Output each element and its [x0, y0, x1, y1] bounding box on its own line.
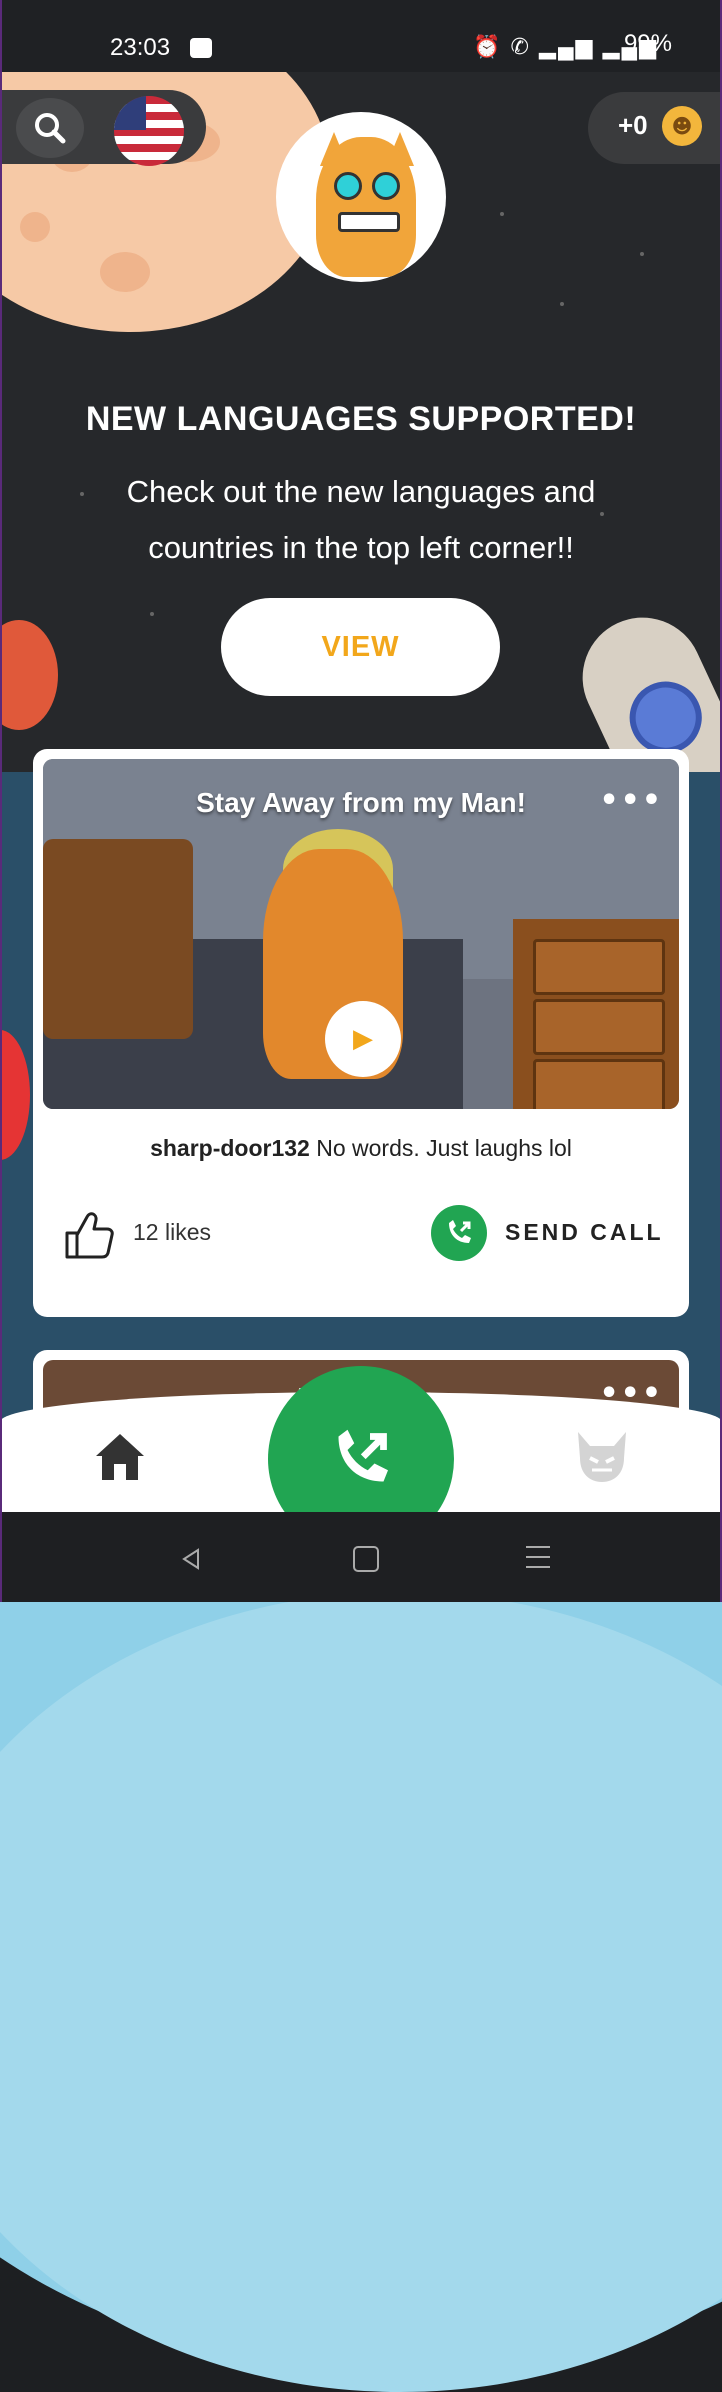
send-call-icon[interactable] [431, 1205, 487, 1261]
home-icon[interactable] [92, 1428, 148, 1484]
card-username[interactable]: sharp-door132 [150, 1135, 310, 1161]
home-nav-icon[interactable] [353, 1546, 379, 1572]
view-button[interactable]: VIEW [221, 598, 500, 696]
rocket-illustration [562, 597, 722, 772]
card-thumbnail[interactable]: Stay Away from my Man! ••• ▶ [43, 759, 679, 1109]
feed-card[interactable]: Stay Away from my Man! ••• ▶ sharp-door1… [33, 749, 689, 1317]
card-title: Stay Away from my Man! [196, 787, 526, 818]
banner-subtitle: Check out the new languages and countrie… [126, 474, 596, 565]
coin-count: +0 [618, 110, 648, 140]
play-button[interactable]: ▶ [325, 1001, 401, 1077]
us-flag-icon[interactable] [114, 96, 184, 166]
card-caption: sharp-door132 No words. Just laughs lol [33, 1135, 689, 1162]
coin-balance[interactable]: +0 ☻ [588, 92, 722, 164]
coin-icon: ☻ [662, 106, 702, 146]
more-options-icon[interactable]: ••• [599, 783, 663, 818]
notification-icon [190, 38, 212, 58]
card-caption-text: No words. Just laughs lol [316, 1135, 572, 1161]
status-time: 23:03 [110, 34, 171, 61]
status-bar: 23:03 ⏰ ✆ ▂▄▆ ▂▄▆ 99% [0, 0, 722, 72]
red-planet-illustration [0, 620, 58, 730]
hero-banner: NEW LANGUAGES SUPPORTED! Check out the n… [0, 72, 722, 772]
search-button[interactable] [16, 98, 84, 158]
likes-count: 12 likes [133, 1219, 211, 1245]
play-icon: ▶ [353, 1024, 373, 1054]
send-call-button[interactable]: SEND CALL [505, 1219, 664, 1246]
search-icon [35, 113, 66, 144]
back-icon[interactable] [180, 1548, 202, 1570]
devil-mascot-icon[interactable] [570, 1428, 634, 1484]
recents-icon[interactable] [524, 1544, 552, 1570]
banner-title: NEW LANGUAGES SUPPORTED! [85, 400, 637, 438]
mascot-avatar [276, 112, 446, 282]
battery-level: 99% [623, 30, 672, 57]
thumbs-up-icon[interactable] [61, 1207, 117, 1263]
call-outgoing-icon [338, 1429, 388, 1482]
